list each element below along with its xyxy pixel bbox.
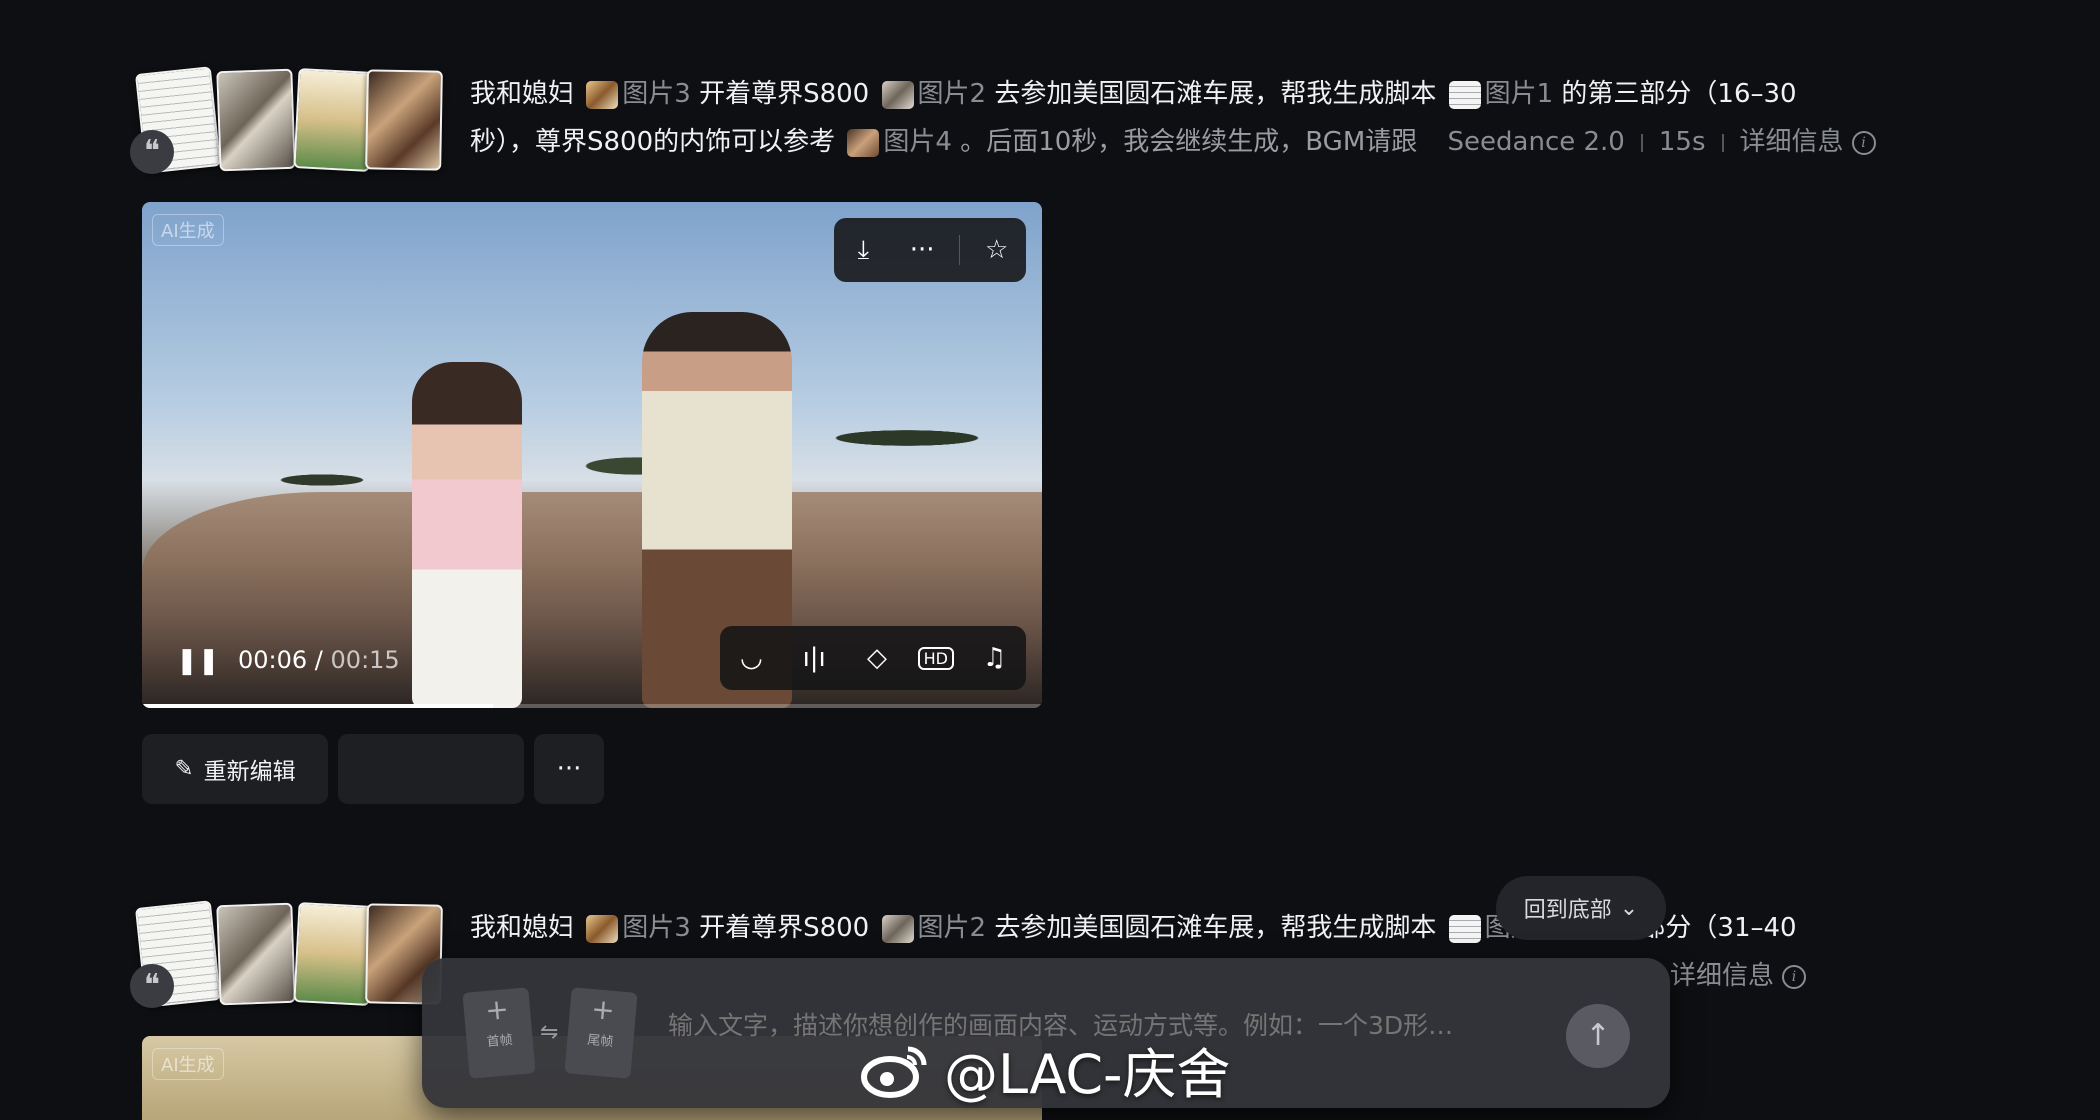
reference-label: 图片4 <box>883 127 952 157</box>
info-icon[interactable]: i <box>1782 964 1807 989</box>
divider <box>958 235 960 265</box>
last-frame-slot[interactable]: + 尾帧 <box>564 987 638 1079</box>
quote-icon[interactable]: ❝ <box>130 130 174 174</box>
video-player[interactable]: AI生成 ⤓ ··· ☆ ❚❚ 00:06 / 00:15 ◡ ı|ı ◇ HD… <box>142 202 1042 708</box>
details-link[interactable]: 详细信息 <box>1670 961 1774 991</box>
first-frame-slot[interactable]: + 首帧 <box>462 987 536 1079</box>
reference-thumbnail-4[interactable] <box>365 69 443 171</box>
reference-image-chip <box>881 80 914 109</box>
lips-icon[interactable]: ◡ <box>729 643 773 673</box>
diamond-icon[interactable]: ◇ <box>855 643 899 673</box>
plus-icon: + <box>483 992 511 1028</box>
reference-thumbnails[interactable]: ❝ <box>130 900 443 1008</box>
ai-generated-badge: AI生成 <box>152 1048 224 1080</box>
download-icon[interactable]: ⤓ <box>841 235 885 266</box>
audio-wave-icon[interactable]: ı|ı <box>792 643 836 673</box>
edit-icon: ✎ <box>174 756 194 782</box>
reference-thumbnail-2[interactable] <box>216 68 296 172</box>
watermark: @LAC-庆舍 <box>860 1030 1231 1109</box>
plus-icon: + <box>589 992 617 1028</box>
reference-thumbnail-2[interactable] <box>216 902 296 1006</box>
weibo-logo-icon <box>861 1046 927 1098</box>
reference-image-chip <box>847 128 880 157</box>
reference-thumbnail-3[interactable] <box>293 902 375 1006</box>
entry-actions: ✎ 重新编辑 ··· <box>142 734 604 804</box>
video-person-woman <box>412 362 522 708</box>
playback-time: 00:06 / 00:15 <box>238 646 400 674</box>
reference-image-chip <box>881 914 914 943</box>
duration: 15s <box>1658 127 1706 157</box>
divider <box>1640 133 1643 152</box>
reference-image-chip <box>586 914 619 943</box>
reference-thumbnail-3[interactable] <box>293 68 375 172</box>
reference-image-chip <box>1448 80 1481 109</box>
reference-thumbnails[interactable]: ❝ <box>130 66 443 174</box>
reference-label: 图片3 <box>622 79 691 109</box>
swap-icon[interactable]: ⇋ <box>540 1020 558 1045</box>
divider <box>1721 133 1724 152</box>
video-progress-bar[interactable] <box>142 704 1042 708</box>
ai-generated-badge: AI生成 <box>152 214 224 246</box>
video-progress-fill <box>142 704 493 708</box>
more-button[interactable]: ··· <box>534 734 604 804</box>
reference-label: 图片2 <box>917 913 987 943</box>
chevron-double-down-icon: ⌄ <box>1619 895 1639 921</box>
info-icon[interactable]: i <box>1851 130 1876 155</box>
reference-image-chip <box>1448 914 1481 943</box>
star-icon[interactable]: ☆ <box>975 235 1019 265</box>
reference-label: 图片1 <box>1484 79 1554 109</box>
back-to-bottom-button[interactable]: 回到底部 ⌄ <box>1496 876 1666 940</box>
quote-icon[interactable]: ❝ <box>130 964 174 1008</box>
pause-icon[interactable]: ❚❚ <box>176 646 220 676</box>
reference-image-chip <box>586 80 619 109</box>
arrow-up-icon: ↑ <box>1585 1018 1611 1053</box>
model-name: Seedance 2.0 <box>1447 127 1625 157</box>
video-top-toolbar: ⤓ ··· ☆ <box>834 218 1026 282</box>
reference-label: 图片2 <box>917 79 987 109</box>
video-bottom-toolbar: ◡ ı|ı ◇ HD ♫ <box>720 626 1026 690</box>
hd-icon[interactable]: HD <box>917 646 954 670</box>
details-link[interactable]: 详细信息 <box>1740 127 1844 157</box>
send-button[interactable]: ↑ <box>1566 1004 1630 1068</box>
music-note-icon[interactable]: ♫ <box>973 643 1017 673</box>
more-icon[interactable]: ··· <box>900 235 944 265</box>
prompt-text: 我和媳妇 图片3 开着尊界S800 图片2 去参加美国圆石滩车展，帮我生成脚本 … <box>470 70 2100 166</box>
action-button[interactable] <box>338 734 524 804</box>
reference-label: 图片3 <box>622 913 691 943</box>
re-edit-button[interactable]: ✎ 重新编辑 <box>142 734 328 804</box>
